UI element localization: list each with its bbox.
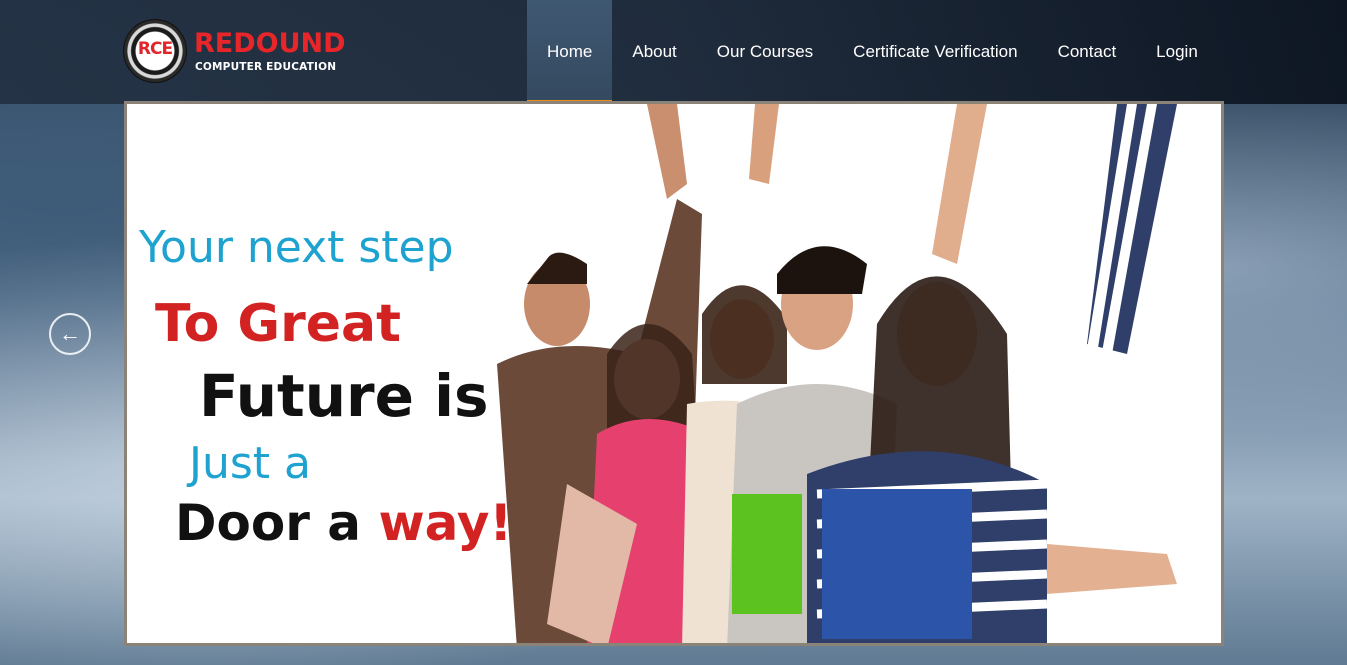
slide-headline-line1: Your next step (139, 222, 454, 273)
slide-headline-line2: To Great (155, 294, 401, 354)
nav-login[interactable]: Login (1136, 0, 1218, 104)
nav-about[interactable]: About (612, 0, 696, 104)
nav-home[interactable]: Home (527, 0, 613, 104)
logo-badge-letters: RCE (137, 39, 173, 59)
students-photo (497, 104, 1177, 643)
logo-badge-icon: RCE (123, 19, 187, 83)
nav-our-courses[interactable]: Our Courses (697, 0, 833, 104)
logo-brand-name: REDOUND (194, 28, 346, 59)
main-nav: Home About Our Courses Certificate Verif… (527, 0, 1218, 104)
slide-headline-line5: Door a way! (175, 494, 512, 552)
logo-tagline: COMPUTER EDUCATION (195, 61, 337, 73)
slide-headline-line5-a: Door a (175, 494, 362, 552)
slide-headline-line4: Just a (189, 438, 311, 489)
hero-slider: Your next step To Great Future is Just a… (124, 101, 1224, 646)
site-logo[interactable]: RCE REDOUND COMPUTER EDUCATION (123, 19, 353, 87)
nav-certificate-verification[interactable]: Certificate Verification (833, 0, 1037, 104)
slide-headline-line3: Future is (199, 362, 489, 430)
slider-prev-button[interactable]: ← (49, 313, 91, 355)
arrow-left-icon: ← (59, 321, 81, 346)
nav-contact[interactable]: Contact (1038, 0, 1137, 104)
top-navbar: RCE REDOUND COMPUTER EDUCATION Home Abou… (0, 0, 1347, 104)
